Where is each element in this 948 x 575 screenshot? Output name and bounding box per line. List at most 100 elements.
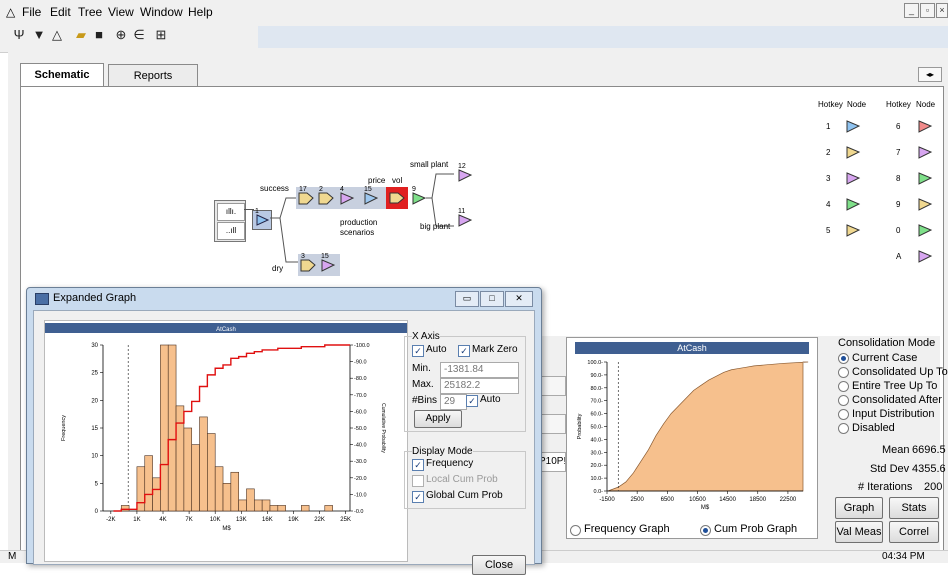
- stats-button[interactable]: Stats: [889, 497, 939, 519]
- hotkey-node-icon[interactable]: [844, 117, 862, 135]
- minimize-icon[interactable]: _: [904, 3, 919, 18]
- terminal-node-11[interactable]: 11: [456, 208, 474, 229]
- hotkey-node-icon[interactable]: [844, 169, 862, 187]
- y-tick-label: 0: [95, 509, 99, 515]
- histogram-bar: [144, 455, 153, 512]
- open-folder-icon[interactable]: ▰: [74, 28, 88, 42]
- local-cum-label: Local Cum Prob: [426, 474, 498, 485]
- tab-schematic[interactable]: Schematic: [20, 63, 104, 88]
- hotkey-node-icon[interactable]: [844, 221, 862, 239]
- mark-zero-label: Mark Zero: [472, 344, 518, 355]
- chance-node[interactable]: 1: [252, 208, 272, 230]
- dialog-close-icon[interactable]: ✕: [505, 291, 533, 307]
- app-menu-icon[interactable]: △: [6, 5, 15, 19]
- hotkey-node-icon[interactable]: [916, 143, 934, 161]
- tree-shape-icon[interactable]: Ψ: [12, 28, 26, 42]
- cum-prob-graph-label: Cum Prob Graph: [714, 523, 798, 535]
- x-tick-label: 22500: [780, 497, 797, 503]
- menu-help[interactable]: Help: [188, 5, 213, 19]
- consolidation-mode-radio[interactable]: [838, 381, 849, 392]
- hotkey-key: 1: [826, 122, 831, 131]
- y-axis-label: Probability: [577, 413, 583, 439]
- hotkey-node-icon[interactable]: [844, 195, 862, 213]
- consolidation-mode-radio[interactable]: [838, 395, 849, 406]
- hotkey-node-icon[interactable]: [916, 169, 934, 187]
- hotkey-key: 0: [896, 226, 901, 235]
- distribution-node[interactable]: ıllı. ..ıll: [214, 200, 246, 242]
- bins-auto-checkbox[interactable]: ✓: [466, 395, 478, 407]
- frequency-graph-radio[interactable]: [570, 525, 581, 536]
- histogram-bar: [191, 444, 200, 512]
- dialog-maximize-icon[interactable]: □: [480, 291, 504, 307]
- tab-scroll-arrows[interactable]: ◂▸: [918, 67, 942, 82]
- consolidation-mode-radio[interactable]: [838, 367, 849, 378]
- restore-icon[interactable]: ▫: [920, 3, 935, 18]
- local-cum-checkbox[interactable]: [412, 475, 424, 487]
- consolidation-mode-radio[interactable]: [838, 409, 849, 420]
- histogram-bar: [277, 505, 286, 512]
- y-tick-label: 100.0-: [587, 360, 603, 366]
- consolidation-mode-radio[interactable]: [838, 423, 849, 434]
- hidden-field-1: [538, 376, 566, 396]
- x-tick-label: 2500: [630, 497, 644, 503]
- correl-button[interactable]: Correl: [889, 521, 939, 543]
- chance-node-4[interactable]: 4: [338, 186, 356, 207]
- decision-node-17[interactable]: 17: [297, 186, 315, 207]
- x-tick-label: 18500: [749, 497, 766, 503]
- decision-node-3[interactable]: 3: [299, 253, 317, 274]
- val-meas-button[interactable]: Val Meas: [835, 521, 883, 543]
- frequency-checkbox[interactable]: ✓: [412, 459, 424, 471]
- hotkey-node-icon[interactable]: [916, 195, 934, 213]
- mean-value: 6696.5: [912, 444, 946, 456]
- chance-node-15b[interactable]: 15: [319, 253, 337, 274]
- save-icon[interactable]: ■: [92, 28, 106, 42]
- menu-tree[interactable]: Tree: [78, 5, 102, 19]
- label-big-plant: big plant: [420, 222, 451, 231]
- menu-view[interactable]: View: [108, 5, 134, 19]
- funnel-icon[interactable]: ▼: [32, 28, 46, 42]
- menu-window[interactable]: Window: [140, 5, 183, 19]
- histogram-bar: [167, 344, 177, 512]
- triangle-icon[interactable]: △: [50, 28, 64, 42]
- y2-tick-label: -30.0: [354, 459, 367, 465]
- histogram-bar: [300, 505, 310, 512]
- y2-tick-label: -100.0: [354, 343, 370, 349]
- auto-checkbox[interactable]: ✓: [412, 345, 424, 357]
- bins-label: #Bins: [412, 395, 438, 406]
- hotkey-node-icon[interactable]: [844, 143, 862, 161]
- grid-icon[interactable]: ⊞: [154, 28, 168, 42]
- decision-node-2[interactable]: 2: [317, 186, 335, 207]
- hotkey-key: 6: [896, 122, 901, 131]
- x-tick-label: -1500: [599, 497, 615, 503]
- global-cum-checkbox[interactable]: ✓: [412, 491, 424, 503]
- graph-button[interactable]: Graph: [835, 497, 883, 519]
- y-tick-label: 0.0-: [594, 489, 604, 495]
- mark-zero-checkbox[interactable]: ✓: [458, 345, 470, 357]
- chance-node-15[interactable]: 15: [362, 186, 380, 207]
- hotkey-key: 8: [896, 174, 901, 183]
- min-field[interactable]: -1381.84: [440, 362, 519, 378]
- close-button[interactable]: Close: [472, 555, 526, 575]
- histogram-bar: [324, 505, 333, 512]
- apply-button[interactable]: Apply: [414, 410, 462, 428]
- hotkey-node-icon[interactable]: [916, 117, 934, 135]
- plant-branch-lines: [426, 173, 454, 227]
- menu-file[interactable]: File: [22, 5, 41, 19]
- close-icon[interactable]: ×: [936, 3, 948, 18]
- collapse-icon[interactable]: ∈: [132, 28, 146, 42]
- cum-prob-graph-radio[interactable]: [700, 525, 711, 536]
- menu-edit[interactable]: Edit: [50, 5, 71, 19]
- hotkey-node-icon[interactable]: [916, 247, 934, 265]
- consolidation-mode-radio[interactable]: [838, 353, 849, 364]
- dialog-minimize-icon[interactable]: ▭: [455, 291, 479, 307]
- selected-node-vol[interactable]: [386, 187, 408, 209]
- max-field[interactable]: 25182.2: [440, 378, 519, 394]
- histogram-bar: [183, 427, 193, 512]
- tab-reports[interactable]: Reports: [108, 64, 198, 87]
- hotkey-node-icon[interactable]: [916, 221, 934, 239]
- expand-icon[interactable]: ⊕: [114, 28, 128, 42]
- frequency-graph-label: Frequency Graph: [584, 523, 670, 535]
- x-tick-label: 10K: [210, 517, 221, 523]
- bins-field[interactable]: 29: [440, 394, 467, 410]
- terminal-node-12[interactable]: 12: [456, 163, 474, 184]
